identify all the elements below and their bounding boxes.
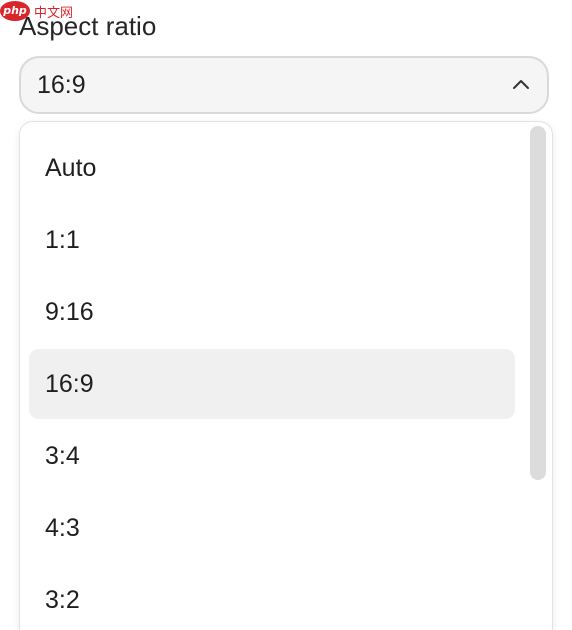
aspect-ratio-select[interactable]: 16:9	[19, 56, 549, 114]
option-label: 1:1	[45, 225, 80, 254]
chevron-up-icon	[511, 75, 531, 95]
option-1-1[interactable]: 1:1	[29, 205, 515, 275]
option-label: 16:9	[45, 369, 94, 398]
dropdown-scrollbar[interactable]	[530, 126, 546, 630]
selected-value: 16:9	[37, 70, 86, 99]
scrollbar-thumb[interactable]	[530, 126, 546, 480]
option-label: 4:3	[45, 513, 80, 542]
watermark-text: 中文网	[32, 1, 76, 21]
option-4-3[interactable]: 4:3	[29, 493, 515, 563]
option-3-4[interactable]: 3:4	[29, 421, 515, 491]
option-16-9[interactable]: 16:9	[29, 349, 515, 419]
aspect-ratio-dropdown: Auto 1:1 9:16 16:9 3:4 4:3 3:2	[19, 121, 553, 630]
option-label: 3:2	[45, 585, 80, 614]
option-3-2[interactable]: 3:2	[29, 565, 515, 630]
watermark: php 中文网	[0, 0, 76, 22]
option-auto[interactable]: Auto	[29, 133, 515, 203]
option-label: Auto	[45, 153, 97, 182]
option-label: 9:16	[45, 297, 94, 326]
watermark-logo: php	[0, 1, 30, 21]
option-9-16[interactable]: 9:16	[29, 277, 515, 347]
option-label: 3:4	[45, 441, 80, 470]
aspect-ratio-select-screen: php 中文网 Aspect ratio 16:9 Auto 1:1 9:16 …	[0, 0, 572, 630]
